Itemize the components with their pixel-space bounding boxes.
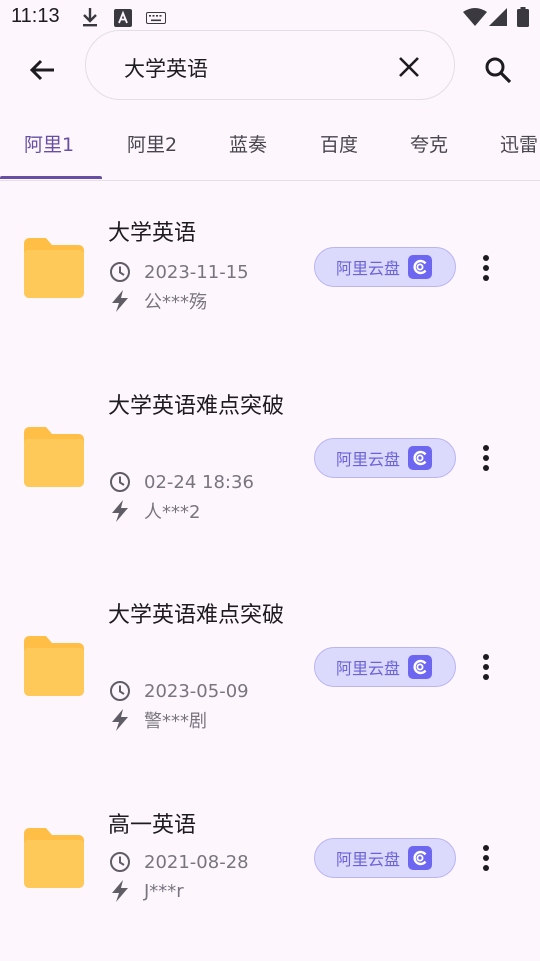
source-chip[interactable]: 阿里云盘 (314, 647, 456, 687)
tab-ali2[interactable]: 阿里2 (127, 130, 177, 157)
back-button[interactable] (22, 52, 62, 88)
search-button[interactable] (480, 52, 516, 88)
source-chip[interactable]: 阿里云盘 (314, 438, 456, 478)
item-author: 公***殇 (144, 292, 207, 313)
tab-indicator (0, 176, 102, 179)
author-row: 警***剧 (108, 708, 207, 732)
flash-icon (112, 290, 128, 312)
download-icon (83, 8, 97, 27)
aliyun-drive-logo-icon (408, 446, 433, 470)
date-row: 2021-08-28 (108, 850, 249, 874)
status-time: 11:13 (11, 5, 60, 27)
search-query-text: 大学英语 (124, 57, 208, 81)
more-vert-icon (483, 445, 489, 471)
tab-ali1[interactable]: 阿里1 (24, 130, 74, 157)
arrow-left-icon (29, 59, 54, 81)
list-item[interactable]: 高一英语 2021-08-28 J***r 阿里云盘 (0, 781, 540, 961)
search-input[interactable]: 大学英语 (85, 30, 455, 100)
item-author: 警***剧 (144, 711, 207, 732)
item-title: 大学英语 (108, 221, 197, 246)
item-title: 大学英语难点突破 (108, 603, 285, 628)
wifi-icon (463, 8, 487, 26)
list-item[interactable]: 大学英语难点突破 2023-05-09 警***剧 阿里云盘 (0, 581, 540, 781)
aliyun-drive-logo-icon (408, 255, 433, 279)
more-vert-icon (483, 654, 489, 680)
folder-icon (24, 427, 84, 487)
battery-icon (517, 7, 529, 27)
more-options-button[interactable] (470, 647, 502, 687)
flash-icon (112, 709, 128, 731)
date-row: 02-24 18:36 (108, 470, 254, 494)
source-chip-label: 阿里云盘 (336, 450, 401, 469)
tab-quark[interactable]: 夸克 (410, 130, 448, 157)
more-options-button[interactable] (470, 438, 502, 478)
source-chip-label: 阿里云盘 (336, 659, 401, 678)
item-title: 大学英语难点突破 (108, 394, 285, 419)
aliyun-drive-logo-icon (408, 655, 433, 679)
item-date: 02-24 18:36 (144, 471, 254, 493)
aliyun-drive-logo-icon (408, 846, 433, 870)
clock-icon (110, 852, 130, 872)
tab-baidu[interactable]: 百度 (320, 130, 358, 157)
item-date: 2023-05-09 (144, 680, 249, 702)
more-options-button[interactable] (470, 838, 502, 878)
item-author: J***r (144, 880, 184, 902)
author-row: 人***2 (108, 499, 200, 523)
tab-xunlei[interactable]: 迅雷 (500, 130, 538, 157)
close-icon (399, 57, 419, 77)
text-a-icon (114, 9, 132, 27)
more-vert-icon (483, 255, 489, 281)
folder-icon (24, 828, 84, 888)
search-icon (485, 57, 512, 84)
author-row: J***r (108, 879, 184, 903)
source-chip[interactable]: 阿里云盘 (314, 838, 456, 878)
date-row: 2023-05-09 (108, 679, 249, 703)
folder-icon (24, 636, 84, 696)
source-chip[interactable]: 阿里云盘 (314, 247, 456, 287)
clock-icon (110, 681, 130, 701)
search-bar: 大学英语 (0, 30, 540, 102)
item-date: 2021-08-28 (144, 851, 249, 873)
keyboard-icon (146, 12, 166, 24)
source-tabs: 阿里1 阿里2 蓝奏 百度 夸克 迅雷 (0, 112, 540, 181)
author-row: 公***殇 (108, 289, 207, 313)
list-item[interactable]: 大学英语 2023-11-15 公***殇 阿里云盘 (0, 181, 540, 371)
item-author: 人***2 (144, 502, 201, 523)
source-chip-label: 阿里云盘 (336, 850, 401, 869)
item-title: 高一英语 (108, 813, 197, 838)
flash-icon (112, 500, 128, 522)
flash-icon (112, 880, 128, 902)
date-row: 2023-11-15 (108, 260, 249, 284)
more-options-button[interactable] (470, 248, 502, 288)
list-item[interactable]: 大学英语难点突破 02-24 18:36 人***2 阿里云盘 (0, 371, 540, 581)
more-vert-icon (483, 845, 489, 871)
clock-icon (110, 262, 130, 282)
tab-lanzou[interactable]: 蓝奏 (229, 130, 267, 157)
clock-icon (110, 472, 130, 492)
folder-icon (24, 238, 84, 298)
item-date: 2023-11-15 (144, 261, 249, 283)
clear-button[interactable] (393, 51, 425, 83)
signal-icon (489, 8, 507, 26)
source-chip-label: 阿里云盘 (336, 259, 401, 278)
